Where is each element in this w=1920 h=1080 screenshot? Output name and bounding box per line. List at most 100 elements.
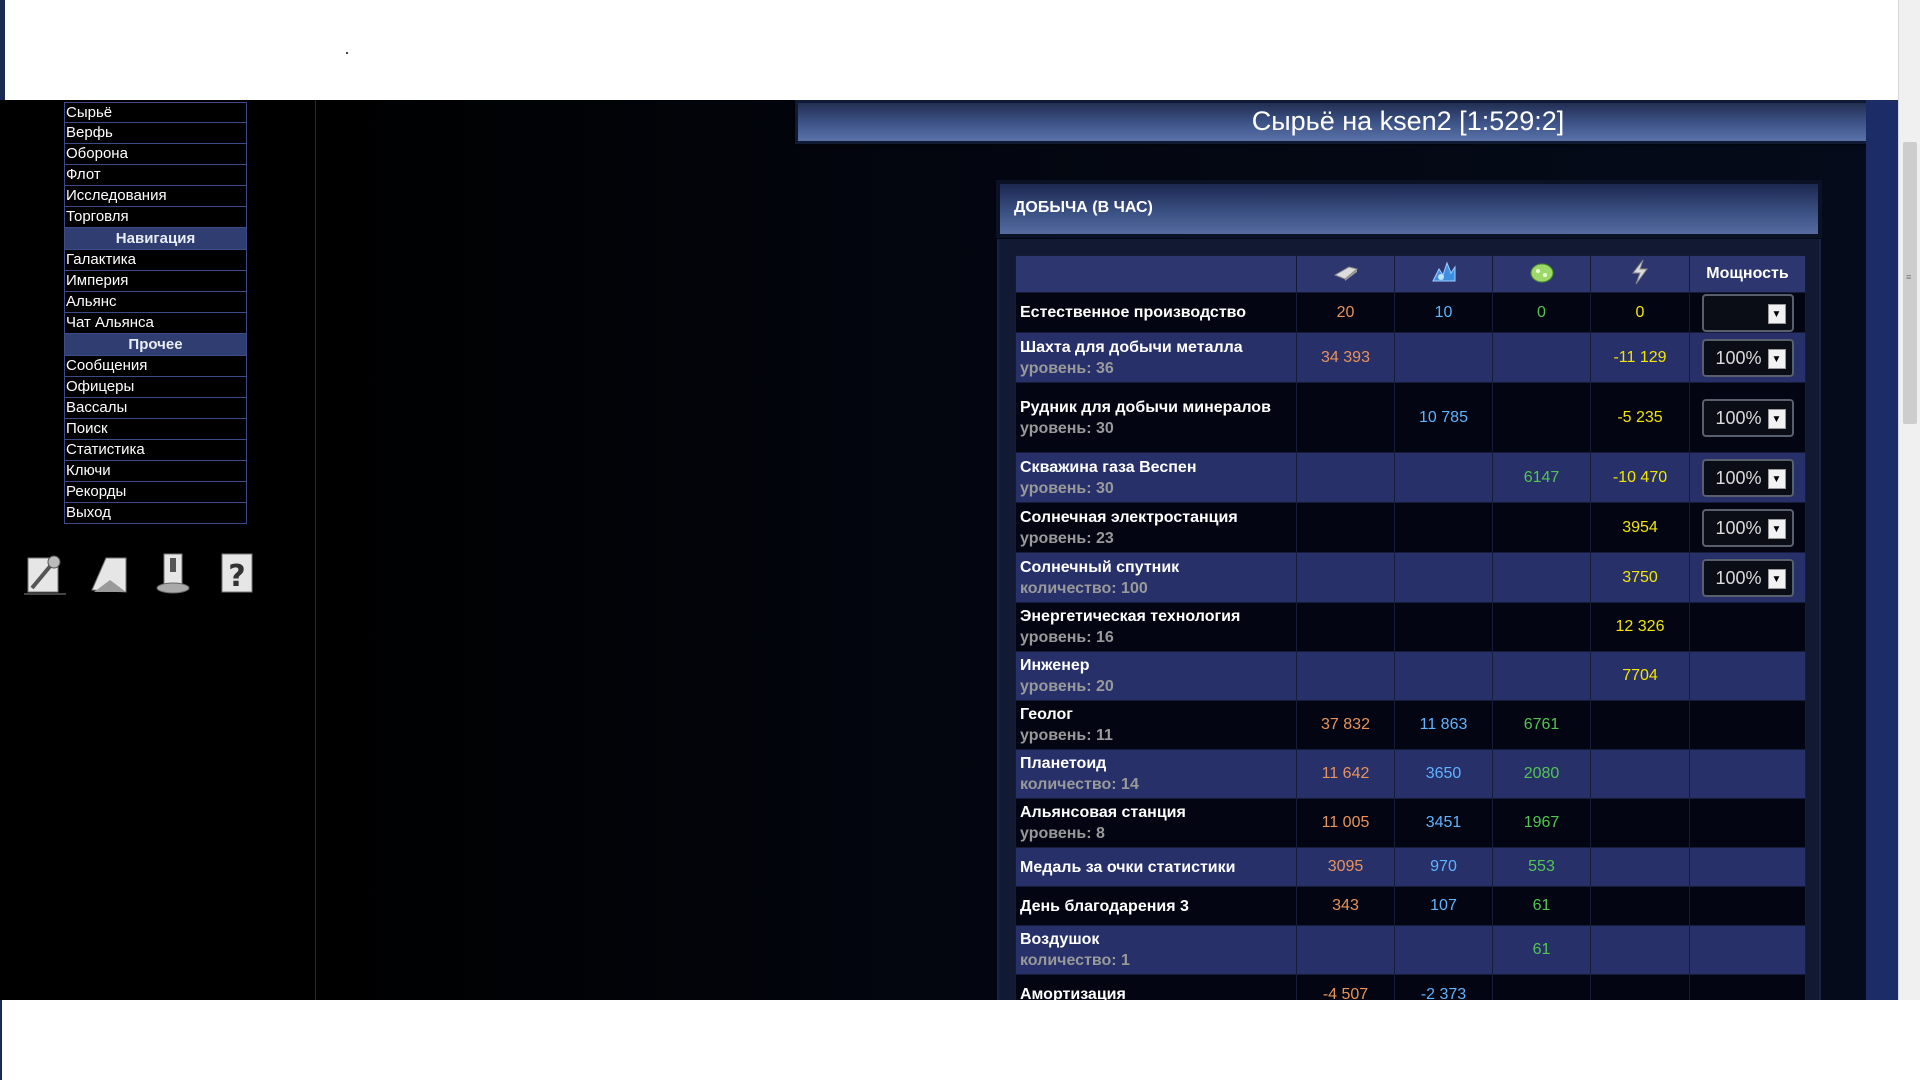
table-row: Солнечный спутник количество: 100 3750 100%… bbox=[1015, 552, 1806, 603]
dropdown-arrow-icon[interactable]: ▼ bbox=[1767, 408, 1786, 429]
menu-item-trade[interactable]: Торговля bbox=[64, 207, 247, 228]
menu-item-alliance-chat[interactable]: Чат Альянса bbox=[64, 313, 247, 334]
power-cell bbox=[1689, 974, 1806, 1000]
menu-item-logout[interactable]: Выход bbox=[64, 503, 247, 524]
power-cell bbox=[1689, 886, 1806, 926]
power-select-value: 100% bbox=[1715, 467, 1762, 488]
deuterium-icon bbox=[1530, 263, 1553, 282]
power-select[interactable]: 100% ▼ bbox=[1701, 558, 1794, 597]
table-row: Скважина газа Веспен уровень: 30 6147 -10 4… bbox=[1015, 452, 1806, 503]
power-cell: 100% ▼ bbox=[1689, 552, 1806, 603]
deuterium-value: 0 bbox=[1492, 292, 1591, 333]
table-row: Геолог уровень: 11 37 832 11 863 6761 bbox=[1015, 700, 1806, 750]
menu-item-empire[interactable]: Империя bbox=[64, 271, 247, 292]
energy-value: 7704 bbox=[1590, 651, 1690, 701]
energy-value bbox=[1590, 886, 1690, 926]
row-name: Альянсовая станция bbox=[1020, 804, 1186, 821]
deuterium-value bbox=[1492, 502, 1591, 553]
menu-item-statistics[interactable]: Статистика bbox=[64, 440, 247, 461]
metal-value bbox=[1296, 651, 1395, 701]
menu-header-navigation: Навигация bbox=[64, 228, 247, 250]
menu-item-galaxy[interactable]: Галактика bbox=[64, 250, 247, 271]
power-select[interactable]: ▼ bbox=[1701, 293, 1794, 332]
menu-item-keys[interactable]: Ключи bbox=[64, 461, 247, 482]
energy-value bbox=[1590, 749, 1690, 799]
menu-item-vassals[interactable]: Вассалы bbox=[64, 398, 247, 419]
metal-value bbox=[1296, 502, 1395, 553]
menu-icon-row: ? bbox=[22, 550, 262, 602]
dropdown-arrow-icon[interactable]: ▼ bbox=[1767, 348, 1786, 369]
row-level: уровень: 11 bbox=[1020, 727, 1113, 744]
table-row: Рудник для добычи минералов уровень: 30 10… bbox=[1015, 382, 1806, 453]
row-name-cell: Планетоид количество: 14 bbox=[1015, 749, 1297, 799]
help-icon[interactable]: ? bbox=[214, 550, 260, 596]
power-select[interactable]: 100% ▼ bbox=[1701, 398, 1794, 437]
menu-item-fleet[interactable]: Флот bbox=[64, 165, 247, 186]
table-row: Солнечная электростанция уровень: 23 3954 1… bbox=[1015, 502, 1806, 553]
row-name: Геолог bbox=[1020, 706, 1073, 723]
browser-top-band bbox=[0, 0, 1920, 100]
crystal-value: 10 785 bbox=[1394, 382, 1493, 453]
table-row: Воздушок количество: 1 61 bbox=[1015, 925, 1806, 975]
production-panel: Мощность Естественное производство 20 10 0 0… bbox=[997, 239, 1821, 1000]
table-row: Медаль за очки статистики 3095 970 553 bbox=[1015, 847, 1806, 887]
menu-item-messages[interactable]: Сообщения bbox=[64, 356, 247, 377]
power-select-value: 100% bbox=[1715, 347, 1762, 368]
table-row: День благодарения 3 343 107 61 bbox=[1015, 886, 1806, 926]
browser-bottom-band bbox=[0, 1000, 1920, 1080]
menu-item-alliance[interactable]: Альянс bbox=[64, 292, 247, 313]
crystal-value: -2 373 bbox=[1394, 974, 1493, 1000]
row-level: уровень: 8 bbox=[1020, 825, 1105, 842]
menu-item-officers[interactable]: Офицеры bbox=[64, 377, 247, 398]
menu-item-search[interactable]: Поиск bbox=[64, 419, 247, 440]
menu-item-defense[interactable]: Оборона bbox=[64, 144, 247, 165]
dropdown-arrow-icon[interactable]: ▼ bbox=[1767, 518, 1786, 539]
metal-value: 34 393 bbox=[1296, 332, 1395, 383]
dropdown-arrow-icon[interactable]: ▼ bbox=[1767, 568, 1786, 589]
tools-icon[interactable] bbox=[22, 550, 68, 596]
table-row: Естественное производство 20 10 0 0 ▼ bbox=[1015, 292, 1806, 333]
row-name: День благодарения 3 bbox=[1020, 897, 1189, 915]
row-name: Амортизация bbox=[1020, 986, 1126, 1000]
joystick-icon[interactable] bbox=[150, 550, 196, 596]
energy-value: 12 326 bbox=[1590, 602, 1690, 652]
metal-value: 20 bbox=[1296, 292, 1395, 333]
window-edge-bottom bbox=[0, 1000, 2, 1080]
energy-value bbox=[1590, 798, 1690, 848]
page-scrollbar[interactable]: ≡ bbox=[1898, 0, 1920, 1000]
crystal-value: 3650 bbox=[1394, 749, 1493, 799]
crystal-column-header bbox=[1394, 255, 1493, 293]
crystal-value: 107 bbox=[1394, 886, 1493, 926]
row-level: количество: 14 bbox=[1020, 776, 1139, 793]
power-select[interactable]: 100% ▼ bbox=[1701, 338, 1794, 377]
menu-header-other: Прочее bbox=[64, 334, 247, 356]
menu-item-resources[interactable]: Сырьё bbox=[64, 102, 247, 123]
crystal-value: 970 bbox=[1394, 847, 1493, 887]
deuterium-value: 6147 bbox=[1492, 452, 1591, 503]
power-select[interactable]: 100% ▼ bbox=[1701, 508, 1794, 547]
row-level: количество: 100 bbox=[1020, 579, 1148, 597]
game-viewport: Сырьё Верфь Оборона Флот Исследования То… bbox=[0, 100, 1898, 1000]
production-header: ДОБЫЧА (В ЧАС) bbox=[996, 180, 1822, 238]
main-content: Сырьё на ksen2 [1:529:2] ДОБЫЧА (В ЧАС) bbox=[316, 100, 1898, 1000]
menu-item-shipyard[interactable]: Верфь bbox=[64, 123, 247, 144]
row-name: Солнечный спутник bbox=[1020, 558, 1180, 576]
row-name-cell: Геолог уровень: 11 bbox=[1015, 700, 1297, 750]
power-cell: 100% ▼ bbox=[1689, 382, 1806, 453]
notes-icon[interactable] bbox=[86, 550, 132, 596]
menu-item-research[interactable]: Исследования bbox=[64, 186, 247, 207]
dropdown-arrow-icon[interactable]: ▼ bbox=[1767, 468, 1786, 489]
dropdown-arrow-icon[interactable]: ▼ bbox=[1767, 303, 1786, 324]
power-cell bbox=[1689, 749, 1806, 799]
row-level: уровень: 16 bbox=[1020, 629, 1114, 646]
power-select[interactable]: 100% ▼ bbox=[1701, 458, 1794, 497]
crystal-icon bbox=[1431, 261, 1455, 281]
power-cell: 100% ▼ bbox=[1689, 332, 1806, 383]
table-row: Планетоид количество: 14 11 642 3650 2080 bbox=[1015, 749, 1806, 799]
power-cell: 100% ▼ bbox=[1689, 452, 1806, 503]
energy-icon bbox=[1631, 259, 1648, 284]
crystal-value bbox=[1394, 925, 1493, 975]
menu-item-records[interactable]: Рекорды bbox=[64, 482, 247, 503]
row-name: Шахта для добычи металла bbox=[1020, 338, 1243, 356]
table-row: Амортизация -4 507 -2 373 bbox=[1015, 974, 1806, 1000]
